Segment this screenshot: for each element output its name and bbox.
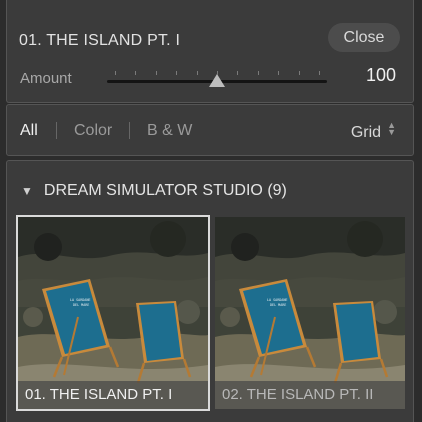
amount-slider[interactable] (107, 71, 327, 89)
chair-print-line-1: LA SARDANE (267, 298, 287, 302)
filter-bw[interactable]: B & W (147, 122, 192, 140)
slider-tick (278, 71, 279, 75)
slider-tick (115, 71, 116, 75)
slider-tick (156, 71, 157, 75)
slider-tick (299, 71, 300, 75)
slider-tick (217, 71, 218, 75)
filter-bar: All Color B & W Grid ▲ ▼ (6, 104, 414, 156)
chair-print-line-1: LA SARDANE (70, 298, 90, 302)
slider-tick (135, 71, 136, 75)
amount-label: Amount (20, 70, 72, 87)
slider-tick (197, 71, 198, 75)
filter-color[interactable]: Color (74, 122, 112, 140)
group-title: DREAM SIMULATOR STUDIO (9) (43, 182, 287, 199)
preset-title: 01. THE ISLAND PT. I (19, 32, 181, 49)
preset-amount-panel: 01. THE ISLAND PT. I Close Amount 100 (6, 0, 414, 103)
slider-tick (319, 71, 320, 75)
view-mode-select[interactable]: Grid ▲ ▼ (350, 120, 396, 142)
amount-value[interactable]: 100 (366, 65, 396, 86)
filter-divider (129, 122, 130, 139)
preset-thumbnail-1[interactable]: LA SARDANE DEL MARE 01. THE ISLAND PT. I (16, 215, 210, 411)
slider-tick (176, 71, 177, 75)
preset-collection: ▼ DREAM SIMULATOR STUDIO (9) LA SARDANE D… (6, 160, 414, 422)
preset-thumbnail-2[interactable]: LA SARDANE DEL MARE 02. THE ISLAND PT. I… (215, 217, 405, 409)
chair-print-line-2: DEL MARE (73, 303, 89, 307)
slider-tick (237, 71, 238, 75)
slider-thumb[interactable] (209, 74, 225, 87)
close-button[interactable]: Close (328, 23, 400, 52)
up-down-arrows-icon: ▲ ▼ (387, 120, 396, 137)
slider-tick (258, 71, 259, 75)
thumbnail-label: 01. THE ISLAND PT. I (18, 381, 208, 409)
group-header[interactable]: ▼ DREAM SIMULATOR STUDIO (9) (21, 182, 287, 200)
chair-print-line-2: DEL MARE (270, 303, 286, 307)
triangle-down-icon: ▼ (21, 184, 33, 198)
view-mode-label: Grid (350, 124, 382, 141)
filter-divider (56, 122, 57, 139)
thumbnail-label: 02. THE ISLAND PT. II (215, 381, 405, 409)
filter-all[interactable]: All (20, 122, 38, 140)
